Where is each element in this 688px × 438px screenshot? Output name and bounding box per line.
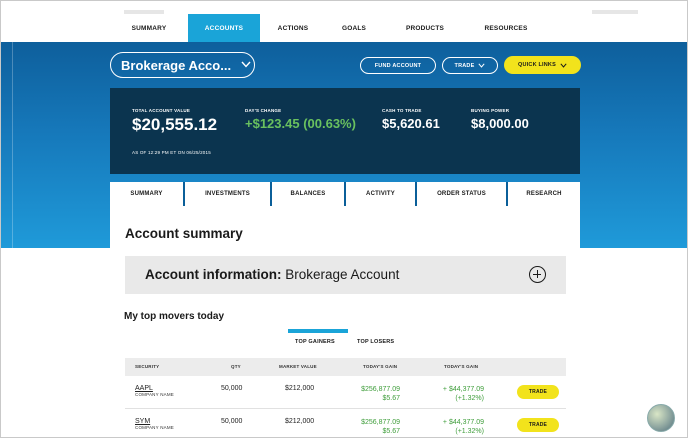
nav-accounts[interactable]: ACCOUNTS xyxy=(188,14,260,42)
quick-links-label: QUICK LINKS xyxy=(518,62,556,68)
market-value-cell: $212,000 xyxy=(285,418,315,425)
tab-research[interactable]: RESEARCH xyxy=(508,182,580,206)
top-nav: SUMMARY ACCOUNTS ACTIONS GOALS PRODUCTS … xyxy=(110,14,580,42)
fund-account-button[interactable]: FUND ACCOUNT xyxy=(360,57,436,74)
tab-summary[interactable]: SUMMARY xyxy=(110,182,185,206)
tab-order-status[interactable]: ORDER STATUS xyxy=(417,182,508,206)
security-cell: AAPL COMPANY NAME xyxy=(135,385,174,397)
gain-percent: (+1.32%) xyxy=(455,428,484,435)
total-value-label: TOTAL ACCOUNT VALUE xyxy=(132,108,191,113)
todays-gain-pct-cell: + $44,377.09 (+1.32%) xyxy=(430,385,484,403)
qty-cell: 50,000 xyxy=(221,385,243,392)
company-name: COMPANY NAME xyxy=(135,425,174,430)
nav-spacer xyxy=(592,10,638,14)
security-symbol-link[interactable]: AAPL xyxy=(135,385,174,392)
buying-power-label: BUYING POWER xyxy=(471,108,510,113)
main-content: Account summary Account information: Bro… xyxy=(110,206,580,438)
todays-gain-cell: $256,877.09 $5.67 xyxy=(353,418,400,436)
divider xyxy=(12,42,13,248)
tab-activity[interactable]: ACTIVITY xyxy=(346,182,417,206)
plus-circle-icon[interactable] xyxy=(529,266,546,283)
cash-to-trade-label: CASH TO TRADE xyxy=(382,108,422,113)
gain-per-share: $5.67 xyxy=(382,428,400,435)
tab-investments[interactable]: INVESTMENTS xyxy=(185,182,272,206)
trade-button[interactable]: TRADE xyxy=(517,418,559,432)
gain-per-share: $5.67 xyxy=(382,395,400,402)
as-of-timestamp: AS OF 12:29 PM ET ON 06/25/2015 xyxy=(132,150,211,155)
market-value-cell: $212,000 xyxy=(285,385,315,392)
account-information-type: Brokerage Account xyxy=(281,267,400,282)
gain-amount: $256,877.09 xyxy=(361,419,400,426)
nav-products[interactable]: PRODUCTS xyxy=(382,14,468,42)
subtab-top-losers[interactable]: TOP LOSERS xyxy=(357,339,394,345)
movers-table-header: SECURITY QTY MARKET VALUE TODAY'S GAIN T… xyxy=(125,358,566,376)
company-name: COMPANY NAME xyxy=(135,392,174,397)
col-todays-gain: TODAY'S GAIN xyxy=(363,364,398,369)
col-market-value: MARKET VALUE xyxy=(279,364,317,369)
total-value: $20,555.12 xyxy=(132,115,218,134)
account-information-label: Account information: xyxy=(145,267,282,282)
page: SUMMARY ACCOUNTS ACTIONS GOALS PRODUCTS … xyxy=(0,0,688,438)
buying-power-value: $8,000.00 xyxy=(471,116,529,131)
top-movers-heading: My top movers today xyxy=(124,311,225,322)
chevron-down-icon xyxy=(560,62,567,68)
tab-balances[interactable]: BALANCES xyxy=(272,182,346,206)
todays-gain-pct-cell: + $44,377.09 (+1.32%) xyxy=(430,418,484,436)
chevron-down-icon xyxy=(478,63,486,68)
security-cell: SYM COMPANY NAME xyxy=(135,418,174,430)
col-qty: QTY xyxy=(231,364,241,369)
qty-cell: 50,000 xyxy=(221,418,243,425)
days-change-label: DAY'S CHANGE xyxy=(245,108,282,113)
chat-assistant-icon[interactable] xyxy=(647,404,675,432)
gain-change: + $44,377.09 xyxy=(442,419,484,426)
nav-summary[interactable]: SUMMARY xyxy=(110,14,188,42)
account-information-title: Account information: Brokerage Account xyxy=(145,267,399,282)
account-tabs: SUMMARY INVESTMENTS BALANCES ACTIVITY OR… xyxy=(110,182,580,206)
active-subtab-indicator xyxy=(288,329,348,333)
col-security: SECURITY xyxy=(135,364,160,369)
security-symbol-link[interactable]: SYM xyxy=(135,418,174,425)
cash-to-trade-value: $5,620.61 xyxy=(382,116,440,131)
chevron-down-icon xyxy=(241,60,251,71)
days-change-value: +$123.45 (00.63%) xyxy=(245,116,356,131)
account-summary-panel: TOTAL ACCOUNT VALUE $20,555.12 DAY'S CHA… xyxy=(110,88,580,174)
todays-gain-cell: $256,877.09 $5.67 xyxy=(353,385,400,403)
gain-change: + $44,377.09 xyxy=(442,386,484,393)
account-selector[interactable]: Brokerage Acco... xyxy=(110,52,255,78)
subtab-top-gainers[interactable]: TOP GAINERS xyxy=(295,339,335,345)
trade-dropdown-button[interactable]: TRADE xyxy=(442,57,498,74)
gain-amount: $256,877.09 xyxy=(361,386,400,393)
table-row: AAPL COMPANY NAME 50,000 $212,000 $256,8… xyxy=(125,377,566,409)
table-row: SYM COMPANY NAME 50,000 $212,000 $256,87… xyxy=(125,410,566,438)
nav-resources[interactable]: RESOURCES xyxy=(468,14,544,42)
page-title: Account summary xyxy=(125,226,243,241)
gain-percent: (+1.32%) xyxy=(455,395,484,402)
nav-actions[interactable]: ACTIONS xyxy=(260,14,326,42)
quick-links-button[interactable]: QUICK LINKS xyxy=(504,56,581,74)
account-information-accordion[interactable]: Account information: Brokerage Account xyxy=(125,256,566,294)
trade-button[interactable]: TRADE xyxy=(517,385,559,399)
col-todays-gain-pct: TODAY'S GAIN xyxy=(444,364,479,369)
trade-dropdown-label: TRADE xyxy=(454,62,475,69)
nav-goals[interactable]: GOALS xyxy=(326,14,382,42)
account-selector-label: Brokerage Acco... xyxy=(121,57,232,73)
